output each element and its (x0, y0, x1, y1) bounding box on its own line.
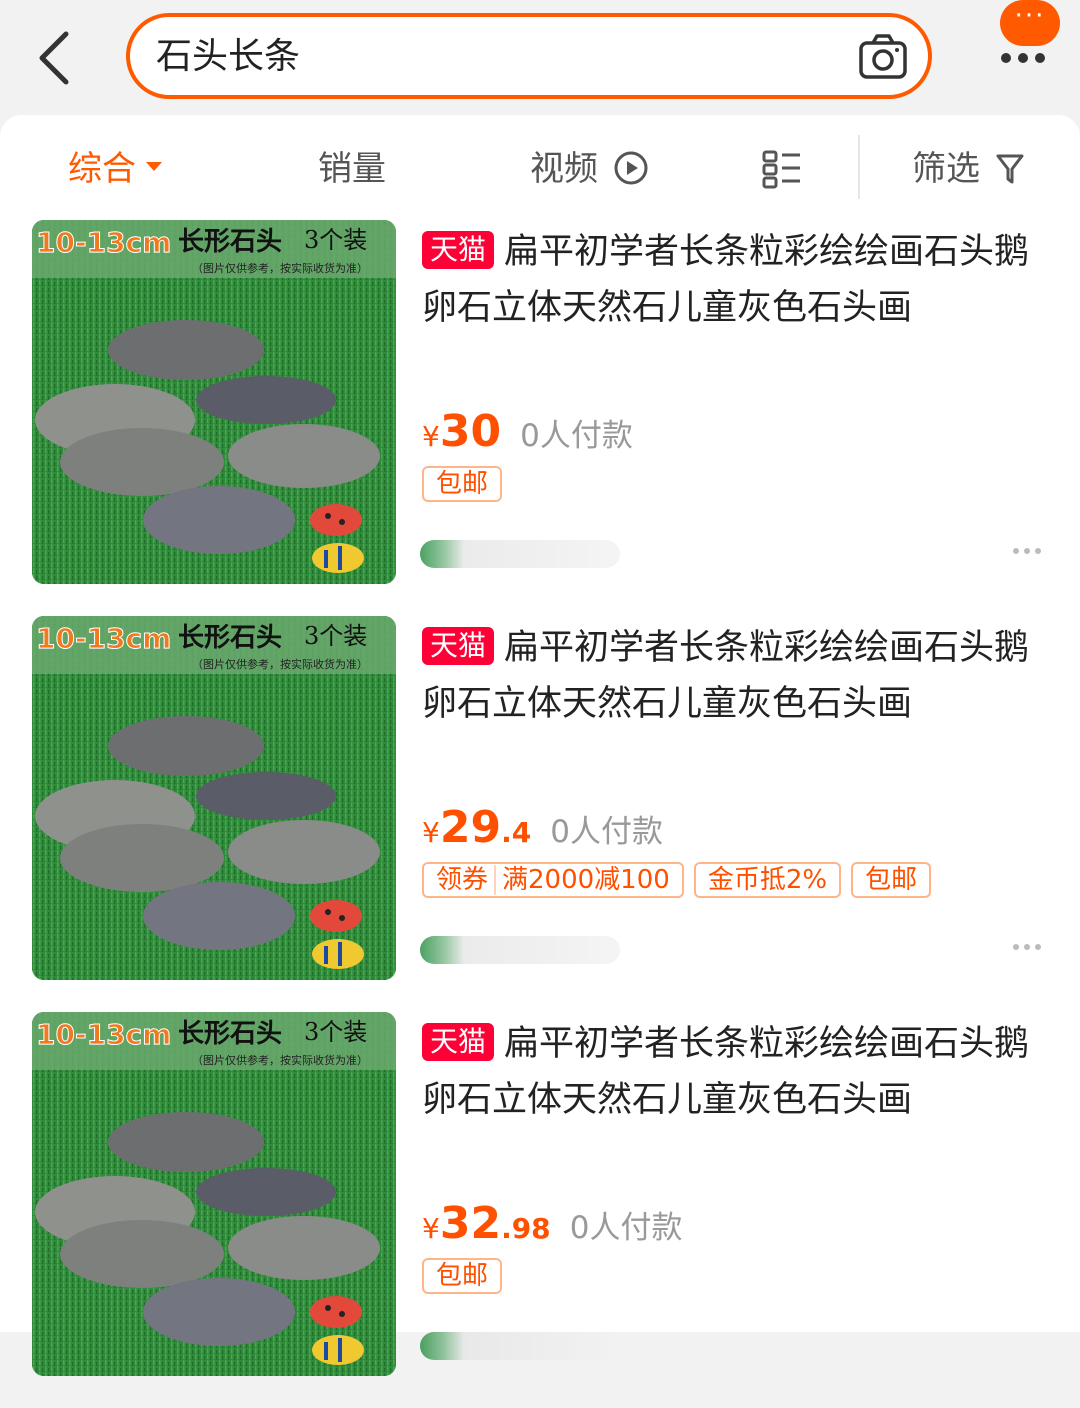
product-card[interactable]: 10-13cm 长形石头 3个装 （图片仅供参考，按实际收货为准） 天猫 扁平初学… (0, 220, 1080, 616)
more-dots-icon[interactable] (1012, 546, 1042, 556)
product-price: ¥29.4 (422, 802, 532, 853)
image-note-text: （图片仅供参考，按实际收货为准） (192, 261, 368, 275)
sort-sales-tab[interactable]: 销量 (318, 147, 386, 191)
price-row: ¥30 0人付款 (422, 406, 633, 466)
product-title-text: 扁平初学者长条粒彩绘绘画石头鹅卵石立体天然石儿童灰色石头画 (422, 1024, 1030, 1120)
product-title-text: 扁平初学者长条粒彩绘绘画石头鹅卵石立体天然石儿童灰色石头画 (422, 628, 1030, 724)
product-card[interactable]: 10-13cm 长形石头 3个装 （图片仅供参考，按实际收货为准） 天猫 扁平初学… (0, 616, 1080, 1012)
product-price: ¥30 (422, 406, 502, 457)
shop-row[interactable] (420, 536, 1041, 572)
sort-sales-label: 销量 (318, 149, 386, 189)
tmall-badge: 天猫 (422, 627, 495, 665)
product-tag: 包邮 (851, 862, 932, 898)
tag-row: 包邮 (422, 1258, 512, 1294)
shop-row[interactable] (420, 1328, 1030, 1364)
product-title[interactable]: 天猫 扁平初学者长条粒彩绘绘画石头鹅卵石立体天然石儿童灰色石头画 (422, 1016, 1042, 1128)
play-circle-icon (614, 151, 648, 185)
product-photo: 10-13cm 长形石头 3个装 （图片仅供参考，按实际收货为准） (32, 220, 396, 584)
image-note-text: （图片仅供参考，按实际收货为准） (192, 1053, 368, 1067)
search-input[interactable]: 石头长条 (156, 35, 300, 79)
shop-name-blurred (420, 936, 620, 964)
price-row: ¥32.98 0人付款 (422, 1198, 683, 1258)
product-card[interactable]: 10-13cm 长形石头 3个装 （图片仅供参考，按实际收货为准） 天猫 扁平初学… (0, 1012, 1080, 1408)
tag-row: 包邮 (422, 466, 512, 502)
top-bar: 石头长条 ··· (0, 0, 1080, 115)
sort-video-tab[interactable]: 视频 (530, 147, 649, 191)
more-dots-icon[interactable] (1012, 942, 1042, 952)
chevron-left-icon[interactable] (30, 28, 80, 88)
filter-label: 筛选 (912, 149, 980, 189)
paid-count: 0人付款 (550, 814, 664, 850)
sort-bar: 综合 销量 视频 筛选 (0, 115, 1080, 220)
image-size-text: 10-13cm (36, 1018, 171, 1051)
product-photo: 10-13cm 长形石头 3个装 （图片仅供参考，按实际收货为准） (32, 1012, 396, 1376)
product-tag-text: 包邮 (436, 1261, 489, 1291)
shop-row[interactable] (420, 932, 1041, 968)
product-image[interactable]: 10-13cm 长形石头 3个装 （图片仅供参考，按实际收货为准） (32, 616, 396, 980)
product-title[interactable]: 天猫 扁平初学者长条粒彩绘绘画石头鹅卵石立体天然石儿童灰色石头画 (422, 620, 1042, 732)
filter-button[interactable]: 筛选 (912, 147, 1025, 191)
sort-comprehensive-label: 综合 (68, 149, 136, 189)
image-size-text: 10-13cm (36, 622, 171, 655)
image-count-text: 3个装 (304, 622, 367, 650)
image-note-text: （图片仅供参考，按实际收货为准） (192, 657, 368, 671)
product-tag: 包邮 (422, 466, 503, 502)
camera-icon[interactable] (858, 33, 908, 81)
more-dots-icon[interactable] (998, 50, 1048, 66)
tmall-badge: 天猫 (422, 231, 495, 269)
product-title-text: 扁平初学者长条粒彩绘绘画石头鹅卵石立体天然石儿童灰色石头画 (422, 232, 1030, 328)
product-tag: 领券 满2000减100 (422, 862, 684, 898)
message-badge[interactable]: ··· (1000, 0, 1060, 46)
image-name-text: 长形石头 (178, 227, 282, 257)
product-tag-text: 包邮 (865, 865, 918, 895)
paid-count: 0人付款 (520, 418, 633, 454)
product-tag-text: 金币抵2% (707, 865, 828, 895)
image-name-text: 长形石头 (178, 623, 282, 653)
paid-count: 0人付款 (569, 1210, 683, 1246)
shop-name-blurred (420, 540, 620, 568)
product-price: ¥32.98 (422, 1198, 551, 1249)
filter-icon (996, 154, 1024, 184)
product-tag-text: 领券 (436, 865, 489, 895)
image-size-text: 10-13cm (36, 226, 171, 259)
image-count-text: 3个装 (304, 226, 367, 254)
shop-name-blurred (420, 1332, 620, 1360)
caret-down-icon (146, 162, 162, 171)
sort-comprehensive-tab[interactable]: 综合 (68, 147, 162, 191)
product-image[interactable]: 10-13cm 长形石头 3个装 （图片仅供参考，按实际收货为准） (32, 220, 396, 584)
results-panel: 综合 销量 视频 筛选 10-13cm 长形石头 3个装 （图片仅供参考，按实际… (0, 115, 1080, 1376)
product-title[interactable]: 天猫 扁平初学者长条粒彩绘绘画石头鹅卵石立体天然石儿童灰色石头画 (422, 224, 1042, 336)
product-tag-text: 包邮 (436, 469, 489, 499)
product-image[interactable]: 10-13cm 长形石头 3个装 （图片仅供参考，按实际收货为准） (32, 1012, 396, 1376)
tmall-badge: 天猫 (422, 1023, 495, 1061)
product-photo: 10-13cm 长形石头 3个装 （图片仅供参考，按实际收货为准） (32, 616, 396, 980)
product-tag-text: 满2000减100 (494, 865, 676, 895)
image-count-text: 3个装 (304, 1018, 367, 1046)
list-view-icon[interactable] (762, 149, 802, 189)
product-tag: 包邮 (422, 1258, 503, 1294)
price-row: ¥29.4 0人付款 (422, 802, 663, 862)
sort-video-label: 视频 (530, 149, 598, 189)
image-name-text: 长形石头 (178, 1019, 282, 1049)
product-tag: 金币抵2% (693, 862, 842, 898)
tag-row: 领券 满2000减100 金币抵2% 包邮 (422, 862, 941, 898)
sort-divider (858, 135, 860, 199)
search-bar[interactable]: 石头长条 (126, 13, 932, 99)
